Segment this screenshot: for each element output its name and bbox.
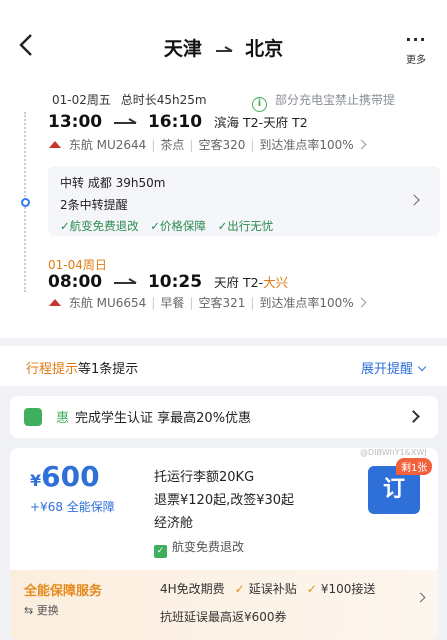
header: 天津 北京 ··· 更多 xyxy=(0,0,447,88)
chevron-right-icon xyxy=(356,139,367,150)
flight-arrow-icon xyxy=(114,278,137,284)
segment1-depart: 13:00 xyxy=(48,112,103,132)
more-button[interactable]: ··· 更多 xyxy=(403,30,429,67)
fare-price: ¥600 xyxy=(30,460,100,493)
segment1-aircraft: 空客320 xyxy=(198,138,246,152)
service-features: 4H免改期费 ✓ 延误补贴 ✓ ¥100接送 xyxy=(160,580,375,597)
service-feature: 4H免改期费 xyxy=(160,582,225,596)
trip-card: 01-02周五 总时长45h25m i 部分充电宝禁止携带提 13:00 16:1… xyxy=(0,88,447,338)
segment2-depart: 08:00 xyxy=(48,272,103,292)
segment2-info[interactable]: 东航 MU6654 | 早餐 | 空客321 | 到达准点率100% xyxy=(48,294,367,311)
service-feature: 抗班延误最高返¥600券 xyxy=(160,610,287,624)
price-amount: 600 xyxy=(41,460,100,493)
baggage-allowance: 托运行李额20KG xyxy=(154,470,255,485)
promo-tag: 惠 xyxy=(56,411,70,426)
segment2-airport-highlight: 大兴 xyxy=(263,275,289,290)
transfer-feature: ✓航变免费退改 xyxy=(60,219,139,233)
transfer-reminders: 2条中转提醒 xyxy=(60,198,128,212)
watermark: @DIBWhY1&XWJ xyxy=(360,448,427,457)
more-label: 更多 xyxy=(406,55,426,66)
segment2-arrive: 10:25 xyxy=(147,272,203,292)
segment1-airline: 东航 MU2644 xyxy=(68,138,147,152)
chevron-down-icon xyxy=(417,362,427,372)
segment2-meal: 早餐 xyxy=(160,296,185,310)
segment2-punctuality: 到达准点率100% xyxy=(259,296,354,310)
check-icon: ✓ xyxy=(306,582,317,596)
trip-date: 01-02周五 xyxy=(52,93,111,107)
origin-city: 天津 xyxy=(163,38,202,60)
transfer-feature: ✓出行无忧 xyxy=(217,219,274,233)
service-feature: 延误补贴 xyxy=(248,582,297,596)
swap-button[interactable]: ⇆ 更换 xyxy=(24,602,59,618)
check-icon: ✓ xyxy=(234,582,245,596)
segment1-info[interactable]: 东航 MU2644 | 茶点 | 空客320 | 到达准点率100% xyxy=(48,136,367,153)
segment1-times: 13:00 16:10 滨海 T2-天府 T2 xyxy=(48,112,308,132)
segment2-date: 01-04周日 xyxy=(48,258,107,272)
trip-tips: 行程提示等1条提示 展开提醒 xyxy=(0,346,447,386)
info-icon: i xyxy=(252,97,267,112)
check-icon: ✓ xyxy=(154,545,167,558)
segment2-times: 08:00 10:25 天府 T2-大兴 xyxy=(48,272,288,292)
transfer-info: 中转 成都 39h50m xyxy=(60,176,166,190)
service-feature: ¥100接送 xyxy=(320,582,376,596)
transfer-dot-icon xyxy=(21,198,30,207)
airline-logo-icon xyxy=(49,299,61,306)
chevron-right-icon xyxy=(407,410,420,423)
refund-policy: 退票¥120起,改签¥30起 xyxy=(154,493,295,508)
destination-city: 北京 xyxy=(245,38,284,60)
segment1-meal: 茶点 xyxy=(160,138,185,152)
segment2-airline: 东航 MU6654 xyxy=(68,296,147,310)
fare-card[interactable]: @DIBWhY1&XWJ ¥600 +¥68 全能保障 托运行李额20KG 退票… xyxy=(10,448,438,640)
segment2-aircraft: 空客321 xyxy=(198,296,246,310)
segment2-airports-prefix: 天府 T2- xyxy=(214,275,264,290)
route-arrow-icon xyxy=(215,45,232,52)
more-dots-icon: ··· xyxy=(405,30,427,49)
transfer-feature: ✓价格保障 xyxy=(150,219,206,233)
refund-tag-text: 航变免费退改 xyxy=(172,540,245,554)
segment1-punctuality: 到达准点率100% xyxy=(259,138,354,152)
expand-tips-button[interactable]: 展开提醒 xyxy=(360,358,427,377)
route-title: 天津 北京 xyxy=(0,34,447,61)
chevron-right-icon xyxy=(415,592,426,603)
gift-bag-icon xyxy=(24,408,42,426)
remaining-seats-badge: 剩1张 xyxy=(396,458,433,475)
airline-logo-icon xyxy=(49,141,61,148)
protection-service[interactable]: 全能保障服务 ⇆ 更换 4H免改期费 ✓ 延误补贴 ✓ ¥100接送 抗班延误最高返¥6… xyxy=(10,570,438,640)
student-promo[interactable]: 惠完成学生认证 享最高20%优惠 xyxy=(10,396,438,438)
tips-count: 等1条提示 xyxy=(78,362,139,377)
refund-tag: ✓ 航变免费退改 xyxy=(154,538,244,558)
flight-arrow-icon xyxy=(114,118,137,124)
price-currency: ¥ xyxy=(30,471,42,490)
trip-duration: 总时长45h25m xyxy=(120,93,207,107)
trip-summary: 01-02周五 总时长45h25m xyxy=(52,91,213,108)
segment1-arrive: 16:10 xyxy=(147,112,203,132)
service-title: 全能保障服务 xyxy=(24,584,103,599)
tips-label: 行程提示 xyxy=(26,362,79,377)
fare-details: 托运行李额20KG 退票¥120起,改签¥30起 经济舱 xyxy=(154,466,294,535)
transfer-panel[interactable]: 中转 成都 39h50m 2条中转提醒 ✓航变免费退改 ✓价格保障 ✓出行无忧 xyxy=(48,166,440,236)
segment2-airports: 天府 T2-大兴 xyxy=(214,275,288,290)
chevron-right-icon xyxy=(356,297,367,308)
notice-banner[interactable]: i 部分充电宝禁止携带提 xyxy=(252,91,395,112)
segment1-airports: 滨海 T2-天府 T2 xyxy=(214,115,308,130)
notice-text: 部分充电宝禁止携带提 xyxy=(275,93,396,107)
addon-protection: +¥68 全能保障 xyxy=(30,500,115,514)
expand-tips-label: 展开提醒 xyxy=(360,362,413,377)
cabin-class: 经济舱 xyxy=(154,516,194,531)
promo-text: 完成学生认证 享最高20%优惠 xyxy=(75,411,252,426)
transfer-features: ✓航变免费退改 ✓价格保障 ✓出行无忧 xyxy=(60,218,428,234)
